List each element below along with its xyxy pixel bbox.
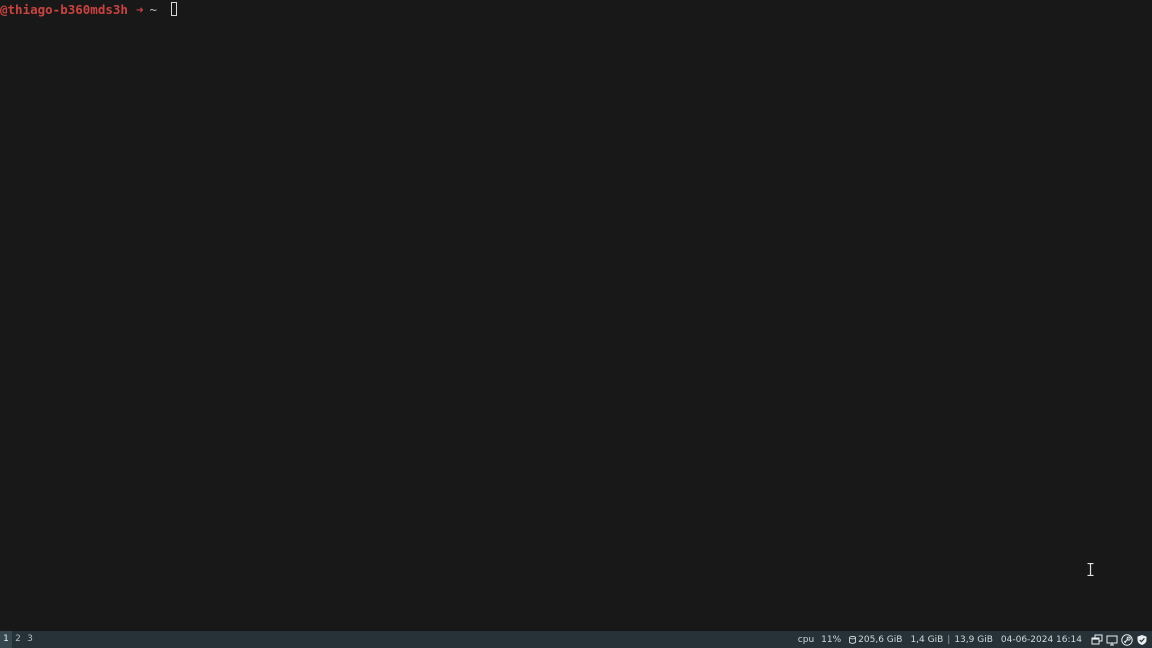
desktop-screen: @thiago-b360mds3h ➜ ~ 1 2 3 cpu 11% 205,… [0,0,1152,648]
cpu-value: 11% [821,634,842,645]
disk-module: 205,6 GiB [849,635,902,645]
status-modules: cpu 11% 205,6 GiB 1,4 GiB | 13,9 GiB 04-… [798,631,1152,648]
memory-separator: | [947,634,951,645]
prompt-directory: ~ [149,1,157,17]
disk-icon [849,635,857,644]
prompt-host: @thiago-b360mds3h [0,1,128,17]
memory-module: 1,4 GiB | 13,9 GiB [910,635,992,645]
workspace-1[interactable]: 1 [0,631,12,648]
workspace-2[interactable]: 2 [12,631,24,648]
windows-icon[interactable] [1091,634,1103,646]
status-bar: 1 2 3 cpu 11% 205,6 GiB 1,4 GiB | 13,9 G… [0,631,1152,648]
cpu-module: cpu 11% [798,635,841,645]
system-tray [1088,633,1148,646]
memory-total: 13,9 GiB [954,634,993,645]
clock-module: 04-06-2024 16:14 [1001,635,1082,645]
workspace-3[interactable]: 3 [24,631,36,648]
text-cursor [171,2,177,16]
prompt-arrow: ➜ [135,1,144,17]
disk-value: 205,6 GiB [858,634,903,645]
clock-datetime: 04-06-2024 16:14 [1000,634,1082,645]
workspace-switcher: 1 2 3 [0,631,36,648]
steam-icon[interactable] [1121,633,1133,646]
terminal-window[interactable]: @thiago-b360mds3h ➜ ~ [0,0,1152,631]
shield-icon[interactable] [1136,634,1148,646]
mouse-ibeam-icon [1087,563,1094,576]
cpu-label: cpu [797,634,815,645]
display-icon[interactable] [1106,634,1118,646]
terminal-prompt: @thiago-b360mds3h ➜ ~ [0,1,177,17]
memory-used: 1,4 GiB [910,634,944,645]
